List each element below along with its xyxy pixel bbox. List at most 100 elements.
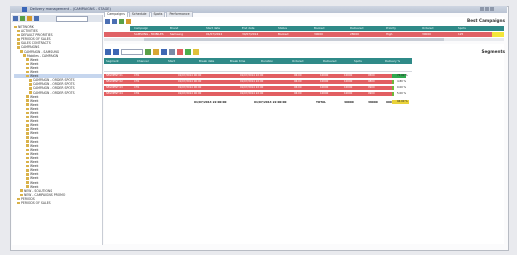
folder-icon xyxy=(23,54,26,57)
folder-icon xyxy=(26,99,29,102)
filter-row[interactable] xyxy=(104,64,412,72)
grid-cell: High xyxy=(386,32,393,36)
segment-toolbar xyxy=(104,48,264,56)
edit-icon[interactable] xyxy=(153,49,159,55)
copy-icon[interactable] xyxy=(161,49,167,55)
folder-icon xyxy=(26,136,29,139)
grid-cell: 10000 xyxy=(344,80,353,83)
delivery-bar xyxy=(392,86,394,90)
folder-icon xyxy=(26,123,29,127)
grid-cell: CH1 xyxy=(134,92,140,95)
delete-icon[interactable] xyxy=(177,49,183,55)
folder-icon xyxy=(26,148,29,152)
folder-icon xyxy=(26,107,29,111)
scrollbar-thumb[interactable] xyxy=(144,38,444,41)
folder-icon xyxy=(17,37,20,41)
folder-icon xyxy=(20,193,23,197)
grid-cell: 10000 xyxy=(320,74,329,77)
grid-cell: 30000 xyxy=(422,32,431,36)
column-header[interactable]: Brand xyxy=(170,26,178,31)
filter-icon[interactable] xyxy=(34,16,39,21)
grid-cell: 01/07/2014 22:00 xyxy=(240,92,264,95)
total-cell: TOTAL xyxy=(316,100,326,104)
folder-icon[interactable] xyxy=(27,16,32,21)
grid-cell: 06:00 xyxy=(294,92,302,95)
window-title: Delivery management - (CAMPAIGNS - STAGE… xyxy=(30,7,111,11)
column-header[interactable]: Spots xyxy=(458,26,466,31)
tree-search-input[interactable] xyxy=(56,16,88,22)
check-icon[interactable] xyxy=(185,49,191,55)
grid-cell: 01/07/2014 xyxy=(206,32,223,36)
folder-icon xyxy=(26,156,29,160)
nav-prev-icon[interactable] xyxy=(112,19,117,24)
upper-panel-title: Best Campaigns xyxy=(467,18,505,23)
horizontal-scrollbar[interactable] xyxy=(104,38,504,41)
nav-first-icon[interactable] xyxy=(105,19,110,24)
folder-icon xyxy=(26,144,29,148)
folder-icon xyxy=(17,46,20,49)
folder-icon xyxy=(26,181,29,184)
folder-icon xyxy=(26,128,29,131)
table-row[interactable]: SEGMENT 01 CH1 01/07/2014 06:00 01/07/2014 … xyxy=(104,74,392,78)
folder-icon xyxy=(26,95,29,98)
folder-icon xyxy=(17,33,20,37)
folder-icon xyxy=(17,29,20,33)
grid-cell: 01/07/2014 22:00 xyxy=(240,80,264,83)
refresh-icon[interactable] xyxy=(13,16,18,21)
search-input[interactable] xyxy=(121,49,143,55)
grid-cell: 9800 xyxy=(368,80,375,83)
grid-cell: SEGMENT 03 xyxy=(106,86,123,89)
print-icon[interactable] xyxy=(169,49,175,55)
grid-cell: 125 xyxy=(458,32,464,36)
grid-cell: 10000 xyxy=(344,92,353,95)
folder-icon xyxy=(26,132,29,135)
table-row[interactable]: SEGMENT 03 CH1 01/07/2014 06:00 01/07/2014 … xyxy=(104,86,392,90)
grid-cell: 9900 xyxy=(368,92,375,95)
tree-item[interactable]: PERIODS OF SALES xyxy=(14,201,102,205)
grid-cell: Samsung xyxy=(170,32,183,36)
chart-icon[interactable] xyxy=(193,49,199,55)
grid-cell: 01/07/2014 06:00 xyxy=(178,74,202,77)
grid-cell: 10000 xyxy=(320,86,329,89)
nav-icon[interactable] xyxy=(105,49,111,55)
column-header[interactable]: Booked xyxy=(314,26,324,31)
grid-cell: 01/07/2014 06:00 xyxy=(178,86,202,89)
grid-cell: SEGMENT 04 xyxy=(106,92,123,95)
grid-cell: 01/07/2014 22:00 xyxy=(240,74,264,77)
folder-icon xyxy=(29,83,32,86)
campaign-grid-header: Campaign Brand Start date End date Status Boo… xyxy=(130,26,504,31)
grid-cell: 06:00 xyxy=(294,86,302,89)
delivery-bar xyxy=(392,80,394,84)
play-icon[interactable] xyxy=(113,49,119,55)
column-header[interactable]: Status xyxy=(278,26,287,31)
table-row[interactable]: SEGMENT 04 CH1 01/07/2014 06:00 01/07/2014 … xyxy=(104,92,392,96)
table-row[interactable]: SEGMENT 02 CH1 01/07/2014 06:00 01/07/2014 … xyxy=(104,80,392,84)
add-icon[interactable] xyxy=(145,49,151,55)
grid-cell: SEGMENT 02 xyxy=(106,80,123,83)
column-header[interactable]: Campaign xyxy=(134,26,148,31)
export-icon[interactable] xyxy=(126,19,131,24)
grid-cell: CH1 xyxy=(134,80,140,83)
column-header[interactable]: Ordered xyxy=(422,26,433,31)
save-icon[interactable] xyxy=(119,19,124,24)
grid-cell: 9900 xyxy=(368,86,375,89)
grid-cell: Booked xyxy=(278,32,289,36)
folder-icon xyxy=(26,185,29,188)
folder-icon xyxy=(14,25,17,29)
grid-cell: 10000 xyxy=(344,86,353,89)
folder-icon xyxy=(26,160,29,164)
folder-icon xyxy=(26,111,29,115)
folder-icon xyxy=(26,173,29,176)
folder-icon xyxy=(26,74,29,78)
tree-item-label: PERIODS OF SALES xyxy=(21,201,51,206)
total-cell: 40000 xyxy=(344,100,354,104)
column-header[interactable]: Priority xyxy=(386,26,396,31)
column-header[interactable]: End date xyxy=(242,26,255,31)
column-header[interactable]: Delivered xyxy=(350,26,363,31)
add-icon[interactable] xyxy=(20,16,25,21)
campaign-row[interactable]: SAMSUNG - MOBILES Samsung 01/07/2014 30/07/… xyxy=(104,32,504,37)
folder-icon xyxy=(26,66,29,70)
folder-icon xyxy=(26,70,29,74)
column-header[interactable]: Start date xyxy=(206,26,220,31)
navigation-tree: NETWORK ACTIVITIES DEFAULT PRIORITIES PERIO… xyxy=(14,25,102,205)
